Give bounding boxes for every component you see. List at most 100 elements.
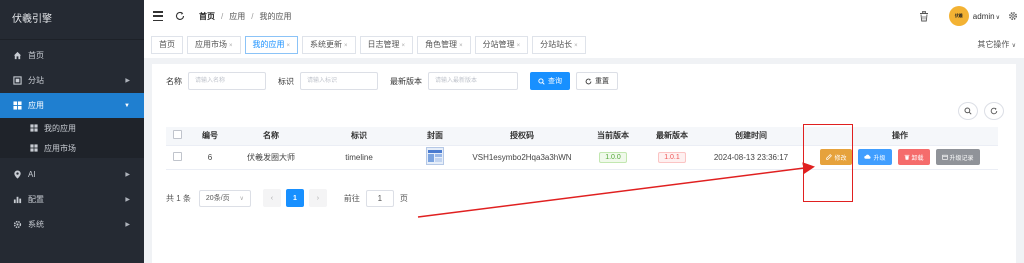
page-suffix: 页 bbox=[399, 193, 408, 203]
sidebar-item-my-apps[interactable]: 我的应用 bbox=[0, 118, 144, 138]
current-version-tag: 1.0.0 bbox=[599, 151, 627, 163]
header-right: 伏羲 admin∨ bbox=[919, 6, 1018, 26]
latest-version-input[interactable]: 请输入最新版本 bbox=[428, 72, 518, 90]
cell-identifier: timeline bbox=[310, 145, 408, 170]
row-checkbox[interactable] bbox=[172, 151, 182, 161]
breadcrumb-apps[interactable]: 应用 bbox=[229, 11, 245, 22]
close-icon: × bbox=[286, 43, 291, 49]
sidebar-item-site[interactable]: 分站 ▶ bbox=[0, 68, 144, 93]
chevron-right-icon: ▶ bbox=[125, 197, 130, 203]
sidebar-item-system[interactable]: 系统 ▶ bbox=[0, 212, 144, 237]
col-name: 名称 bbox=[232, 127, 310, 146]
chevron-right-icon: ▶ bbox=[125, 222, 130, 228]
uninstall-button[interactable]: 卸载 bbox=[897, 149, 930, 165]
sidebar: 伏羲引擎 首页 分站 ▶ 应用 ▼ 我的应用 应用市场 AI ▶ 配置 ▶ 系统… bbox=[0, 0, 144, 263]
name-input[interactable]: 请输入名称 bbox=[188, 72, 266, 90]
home-icon bbox=[12, 51, 22, 61]
sidebar-item-label: 系统 bbox=[28, 220, 44, 229]
calendar-icon bbox=[941, 154, 948, 160]
cell-cover bbox=[408, 145, 462, 170]
query-button[interactable]: 查询 bbox=[530, 72, 570, 90]
latest-version-label: 最新版本 bbox=[390, 76, 422, 86]
close-icon: × bbox=[344, 43, 348, 49]
tab-home[interactable]: 首页 bbox=[151, 36, 183, 54]
close-icon: × bbox=[229, 43, 233, 49]
grid-icon bbox=[30, 124, 38, 132]
tabs-bar: 首页 应用市场 × 我的应用 × 系统更新 × 日志管理 × 角色管理 × 分站管理 × 分… bbox=[144, 35, 1024, 55]
other-operations-dropdown[interactable]: 其它操作 ∨ bbox=[977, 39, 1016, 50]
next-page-button[interactable]: › bbox=[308, 189, 327, 207]
sidebar-item-label: 首页 bbox=[28, 51, 44, 60]
bar-chart-icon bbox=[12, 195, 22, 205]
upgrade-log-button[interactable]: 升级记录 bbox=[935, 149, 980, 165]
top-header: 首页 / 应用 / 我的应用 伏羲 admin∨ bbox=[144, 0, 1024, 32]
sidebar-item-label: 应用 bbox=[28, 101, 44, 110]
cell-current-version: 1.0.0 bbox=[582, 145, 644, 170]
sidebar-item-label: 配置 bbox=[28, 195, 44, 204]
pagination: 共 1 条 20条/页 ∨ ‹ 1 › 前往 1 页 bbox=[166, 189, 408, 207]
cloud-upload-icon bbox=[864, 154, 872, 159]
breadcrumb-my-apps: 我的应用 bbox=[259, 11, 292, 21]
total-count: 共 1 条 bbox=[166, 193, 191, 203]
upgrade-button[interactable]: 升级 bbox=[858, 149, 892, 165]
chevron-down-icon: ∨ bbox=[239, 195, 244, 202]
sidebar-item-app-market[interactable]: 应用市场 bbox=[0, 138, 144, 158]
settings-gear-icon[interactable] bbox=[1008, 11, 1018, 21]
trash-icon bbox=[904, 154, 909, 160]
annotation-highlight-box bbox=[803, 124, 853, 202]
goto-page-input[interactable]: 1 bbox=[365, 189, 394, 207]
username-dropdown[interactable]: admin∨ bbox=[973, 12, 1000, 21]
cell-auth-code: VSH1esymbo2Hqa3a3hWN bbox=[462, 145, 582, 170]
col-created-time: 创建时间 bbox=[700, 127, 802, 146]
breadcrumb-home[interactable]: 首页 bbox=[199, 11, 215, 22]
tab-role-management[interactable]: 角色管理 × bbox=[417, 36, 471, 54]
sidebar-item-label: 分站 bbox=[28, 76, 44, 85]
sidebar-item-label: AI bbox=[28, 170, 36, 179]
sidebar-item-ai[interactable]: AI ▶ bbox=[0, 162, 144, 187]
brand-title: 伏羲引擎 bbox=[0, 0, 144, 40]
trash-icon[interactable] bbox=[919, 10, 929, 22]
sidebar-item-apps[interactable]: 应用 ▼ bbox=[0, 93, 144, 118]
avatar[interactable]: 伏羲 bbox=[948, 6, 969, 26]
col-cover: 封面 bbox=[408, 127, 462, 146]
main-content: 名称 请输入名称 标识 请输入标识 最新版本 请输入最新版本 查询 重置 编号 … bbox=[144, 58, 1024, 263]
refresh-icon bbox=[585, 78, 592, 84]
tab-site-owner[interactable]: 分站站长 × bbox=[532, 36, 586, 54]
close-icon: × bbox=[516, 43, 521, 49]
tab-log-management[interactable]: 日志管理 × bbox=[359, 36, 414, 54]
chevron-right-icon: ▶ bbox=[125, 78, 130, 84]
col-identifier: 标识 bbox=[310, 127, 408, 146]
name-label: 名称 bbox=[166, 76, 182, 86]
page-size-select[interactable]: 20条/页 ∨ bbox=[198, 189, 251, 207]
tab-site-management[interactable]: 分站管理 × bbox=[474, 36, 529, 54]
reset-button[interactable]: 重置 bbox=[576, 72, 618, 90]
sidebar-item-label: 我的应用 bbox=[44, 123, 76, 133]
col-auth-code: 授权码 bbox=[462, 127, 582, 146]
col-id: 编号 bbox=[188, 127, 232, 146]
hamburger-menu-icon[interactable] bbox=[153, 11, 163, 21]
prev-page-button[interactable]: ‹ bbox=[262, 189, 281, 207]
sidebar-item-label: 应用市场 bbox=[44, 143, 76, 153]
cover-image[interactable] bbox=[426, 147, 444, 165]
identifier-input[interactable]: 请输入标识 bbox=[300, 72, 378, 90]
tab-my-apps[interactable]: 我的应用 × bbox=[244, 36, 299, 54]
toggle-search-button[interactable] bbox=[958, 102, 978, 120]
goto-label: 前往 bbox=[343, 193, 360, 203]
tab-system-update[interactable]: 系统更新 × bbox=[302, 36, 356, 54]
apps-table: 编号 名称 标识 封面 授权码 当前版本 最新版本 创建时间 操作 6 伏羲发圈… bbox=[166, 127, 998, 170]
search-icon bbox=[964, 107, 972, 115]
apps-grid-icon bbox=[12, 101, 22, 111]
select-all-header bbox=[166, 127, 188, 146]
tab-app-market[interactable]: 应用市场 × bbox=[187, 36, 241, 54]
sidebar-item-home[interactable]: 首页 bbox=[0, 43, 144, 68]
table-toolbar bbox=[952, 102, 1004, 120]
latest-version-tag: 1.0.1 bbox=[658, 151, 686, 163]
cell-created-time: 2024-08-13 23:36:17 bbox=[700, 145, 802, 170]
select-all-checkbox[interactable] bbox=[172, 130, 182, 140]
page-number[interactable]: 1 bbox=[285, 189, 304, 207]
refresh-table-button[interactable] bbox=[984, 102, 1004, 120]
refresh-icon[interactable] bbox=[175, 11, 185, 21]
cell-name: 伏羲发圈大师 bbox=[232, 145, 310, 170]
sidebar-item-config[interactable]: 配置 ▶ bbox=[0, 187, 144, 212]
location-pin-icon bbox=[12, 170, 22, 180]
